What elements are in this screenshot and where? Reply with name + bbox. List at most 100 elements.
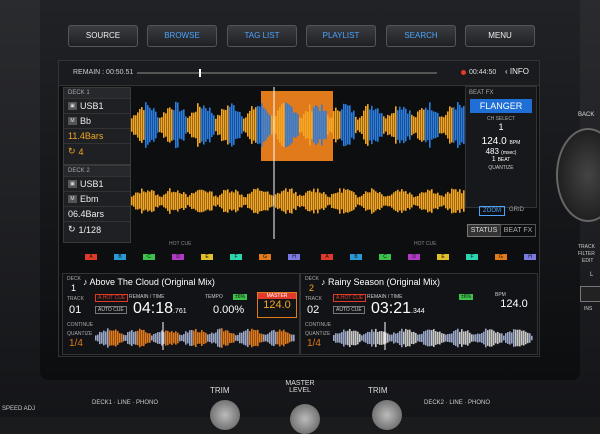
- zoom-button[interactable]: ZOOM: [479, 206, 505, 216]
- deck1-deck-label: DECK: [67, 276, 81, 282]
- deck1-waveform[interactable]: [131, 87, 465, 167]
- wave-bar: [181, 110, 183, 140]
- hot-cue-pad-e[interactable]: E: [437, 254, 449, 260]
- hot-cue-pad-f[interactable]: F: [466, 254, 478, 260]
- wave-bar: [305, 192, 307, 210]
- trim-knob-left[interactable]: [210, 400, 240, 430]
- hot-cue-pad-c[interactable]: C: [143, 254, 155, 260]
- deck1-hotcue-btn[interactable]: A.HOT CUE: [95, 294, 129, 302]
- deck1-bars: 11.4Bars: [68, 131, 104, 141]
- wave-bar: [403, 191, 405, 211]
- hot-cue-pad-e[interactable]: E: [201, 254, 213, 260]
- wave-bar: [145, 102, 147, 148]
- wave-bar: [393, 332, 395, 344]
- wave-bar: [147, 190, 149, 212]
- hot-cue-pad-b[interactable]: B: [350, 254, 362, 260]
- wave-bar: [369, 109, 371, 141]
- flanger-button[interactable]: FLANGER: [470, 99, 532, 113]
- wave-bar: [297, 114, 299, 136]
- wave-bar: [147, 105, 149, 145]
- progress-track[interactable]: [137, 69, 437, 77]
- wave-bar: [503, 335, 505, 341]
- wave-bar: [353, 110, 355, 140]
- deck2-continue: CONTINUE: [305, 322, 332, 328]
- tag-list-button[interactable]: TAG LIST: [227, 25, 297, 47]
- deck2-waveform[interactable]: [131, 167, 465, 239]
- wave-bar: [527, 332, 529, 344]
- wave-bar: [139, 109, 141, 141]
- search-button[interactable]: SEARCH: [386, 25, 456, 47]
- deck2-ms: .344: [411, 308, 425, 315]
- status-tab[interactable]: STATUS: [467, 224, 501, 237]
- deck1-master-box[interactable]: MASTER 124.0: [257, 292, 297, 318]
- beat-fx-tab[interactable]: BEAT FX: [500, 224, 536, 237]
- hot-cue-pad-f[interactable]: F: [230, 254, 242, 260]
- deck2-panel[interactable]: DECK 2 ▣ USB1 M Ebm 06.4Bars ↻ 1/128: [63, 165, 131, 243]
- source-button[interactable]: SOURCE: [68, 25, 138, 47]
- hot-cue-pad-c[interactable]: C: [379, 254, 391, 260]
- wave-bar: [455, 189, 457, 213]
- side-button[interactable]: [580, 286, 600, 302]
- trim-knob-right[interactable]: [372, 400, 402, 430]
- wave-bar: [177, 190, 179, 212]
- hot-cue-pad-g[interactable]: G: [259, 254, 271, 260]
- master-level-knob[interactable]: [290, 404, 320, 434]
- menu-button[interactable]: MENU: [465, 25, 535, 47]
- wave-bar: [351, 112, 353, 138]
- wave-bar: [531, 335, 533, 341]
- ch-value[interactable]: 1: [466, 122, 536, 132]
- wave-bar: [305, 110, 307, 140]
- wave-bar: [153, 190, 155, 212]
- deck2-autocue-btn[interactable]: AUTO CUE: [333, 306, 365, 314]
- wave-bar: [337, 110, 339, 140]
- wave-bar: [239, 332, 241, 344]
- deck1-track-number: 01: [69, 304, 82, 316]
- deck1-panel[interactable]: DECK 1 ▣ USB1 M Bb 11.4Bars ↻ 4: [63, 87, 131, 165]
- wave-bar: [149, 333, 151, 343]
- wave-bar: [147, 333, 149, 343]
- wave-bar: [511, 332, 513, 344]
- deck1-tempo-range[interactable]: ±6%: [233, 294, 247, 300]
- wave-bar: [439, 331, 441, 345]
- playlist-button[interactable]: PLAYLIST: [306, 25, 376, 47]
- wave-bar: [267, 112, 269, 138]
- wave-bar: [199, 106, 201, 144]
- wave-bar: [283, 102, 285, 148]
- wave-bar: [309, 104, 311, 146]
- wave-bar: [495, 332, 497, 344]
- wave-bar: [389, 334, 391, 342]
- hot-cue-pad-h[interactable]: H: [288, 254, 300, 260]
- hot-cue-pad-d[interactable]: D: [172, 254, 184, 260]
- hot-cue-pad-h[interactable]: H: [524, 254, 536, 260]
- wave-bar: [161, 330, 163, 346]
- deck1-autocue-btn[interactable]: AUTO CUE: [95, 306, 127, 314]
- deck2-tempo-range[interactable]: ±6%: [459, 294, 473, 300]
- wave-bar: [259, 190, 261, 212]
- wave-bar: [255, 330, 257, 346]
- wave-bar: [363, 110, 365, 140]
- hot-cue-pad-b[interactable]: B: [114, 254, 126, 260]
- hot-cue-pad-d[interactable]: D: [408, 254, 420, 260]
- grid-button[interactable]: GRID: [509, 207, 524, 213]
- hot-cue-pad-a[interactable]: A: [321, 254, 333, 260]
- wave-bar: [345, 331, 347, 345]
- wave-bar: [277, 110, 279, 140]
- browse-button[interactable]: BROWSE: [147, 25, 217, 47]
- wave-bar: [165, 330, 167, 346]
- wave-bar: [339, 188, 341, 214]
- remain-label: REMAIN : 00:50.51: [73, 69, 134, 76]
- wave-bar: [319, 192, 321, 210]
- wave-bar: [391, 113, 393, 137]
- deck2-hotcue-btn[interactable]: A.HOT CUE: [333, 294, 367, 302]
- wave-bar: [303, 114, 305, 136]
- deck2-overview-wave[interactable]: [333, 322, 533, 350]
- hot-cue-pad-g[interactable]: G: [495, 254, 507, 260]
- deck1-overview-wave[interactable]: [95, 322, 295, 350]
- hot-cue-pad-a[interactable]: A: [85, 254, 97, 260]
- wave-bar: [179, 111, 181, 139]
- deck2-info-panel: DECK 2 ♪ Rainy Season (Original Mix) TRA…: [300, 273, 538, 355]
- info-button[interactable]: ‹ INFO: [505, 67, 529, 76]
- side-filter-label: FILTER: [578, 251, 595, 257]
- controller-body: SOURCE BROWSE TAG LIST PLAYLIST SEARCH M…: [0, 0, 600, 434]
- wave-bar: [235, 189, 237, 213]
